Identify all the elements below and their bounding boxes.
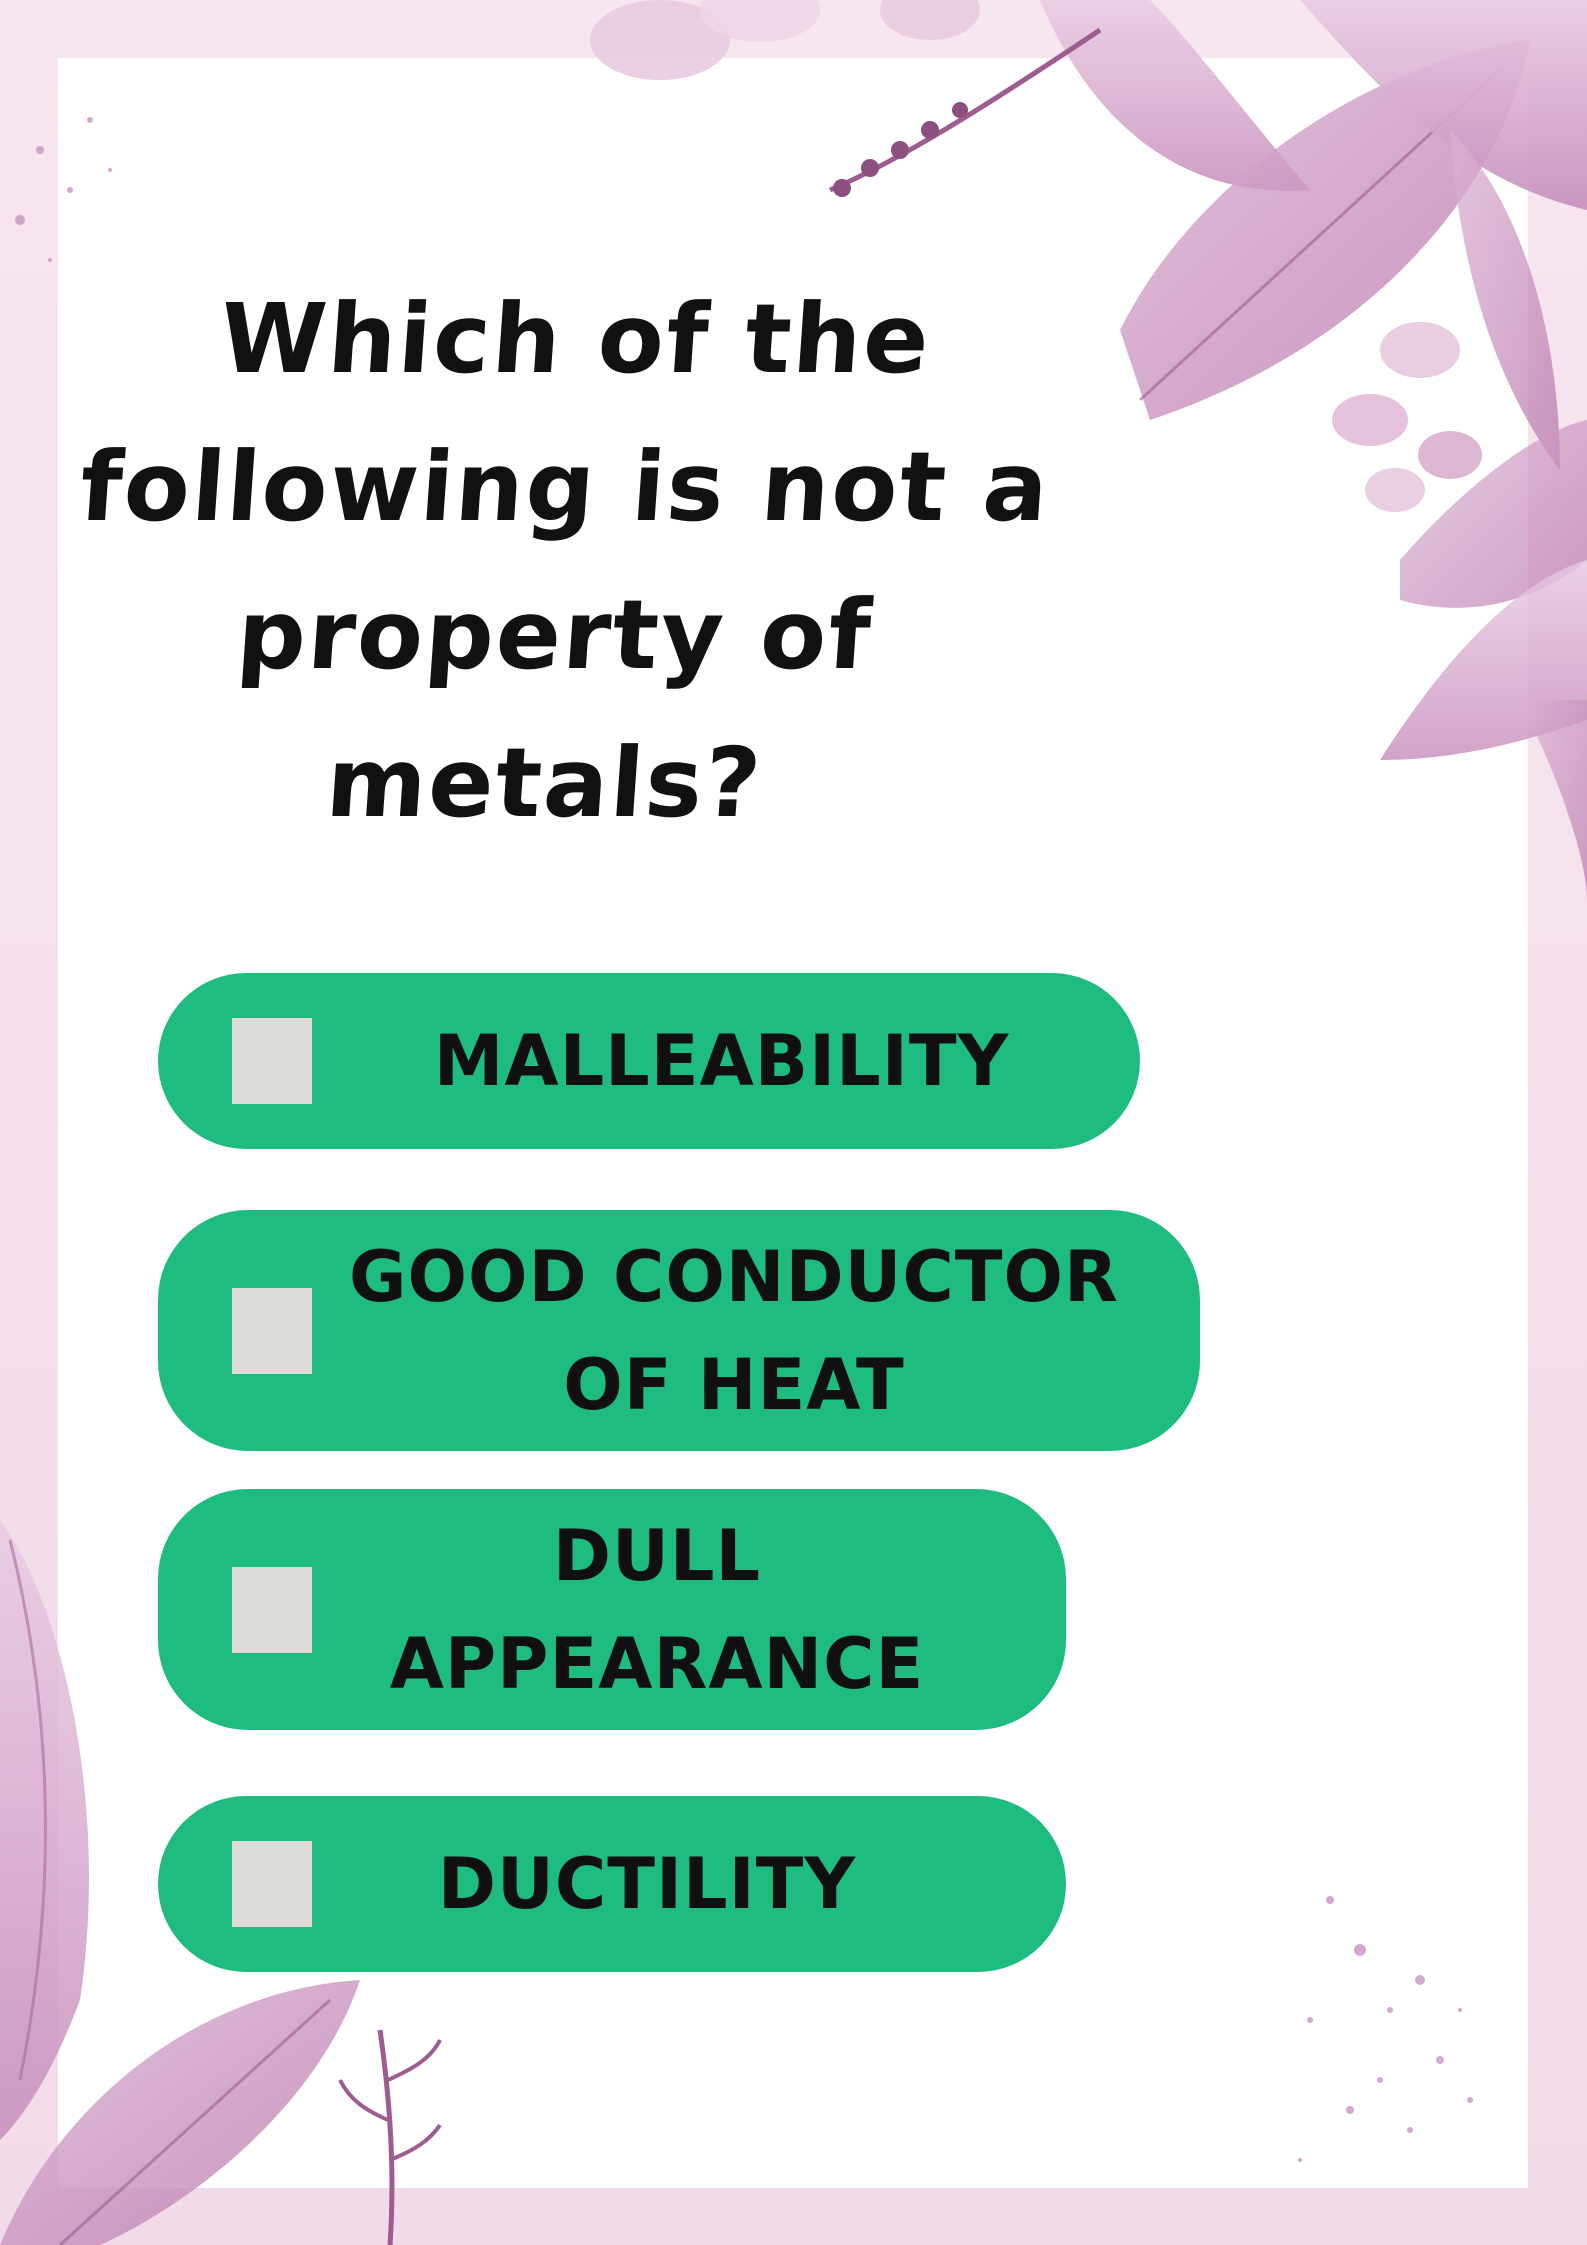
question-text: Which of the following is not a property…	[76, 283, 1054, 839]
option-ductility[interactable]: DUCTILITY	[158, 1796, 1066, 1972]
option-good-conductor-of-heat[interactable]: GOOD CONDUCTOR OF HEAT	[158, 1210, 1200, 1451]
checkbox[interactable]	[232, 1841, 312, 1927]
option-label: DULL APPEARANCE	[389, 1514, 925, 1705]
option-dull-appearance[interactable]: DULL APPEARANCE	[158, 1489, 1066, 1730]
option-malleability[interactable]: MALLEABILITY	[158, 973, 1140, 1149]
option-label: GOOD CONDUCTOR OF HEAT	[349, 1235, 1119, 1426]
checkbox[interactable]	[232, 1566, 312, 1653]
checkbox[interactable]	[232, 1287, 312, 1374]
option-label: MALLEABILITY	[433, 1020, 1010, 1102]
option-label: DUCTILITY	[437, 1843, 857, 1925]
checkbox[interactable]	[232, 1018, 312, 1104]
